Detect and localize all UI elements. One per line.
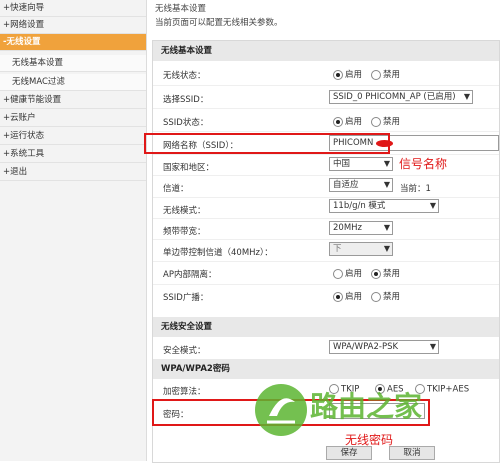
ap-isolation-label: AP内部隔离： bbox=[163, 270, 217, 280]
sidebar-item-quick-guide[interactable]: +快速向导 bbox=[0, 0, 146, 17]
chevron-down-icon: ▼ bbox=[383, 159, 390, 168]
wireless-status-off[interactable]: 禁用 bbox=[371, 68, 400, 80]
country-label: 国家和地区： bbox=[163, 163, 215, 173]
radio-selected-icon[interactable] bbox=[333, 116, 343, 127]
ssid-broadcast-off[interactable]: 禁用 bbox=[371, 290, 400, 302]
ap-isolation-on[interactable]: 启用 bbox=[333, 267, 362, 279]
ssid-broadcast-on[interactable]: 启用 bbox=[333, 290, 362, 302]
ssid-select-label: 选择SSID： bbox=[163, 95, 209, 105]
radio-selected-icon[interactable] bbox=[371, 268, 381, 279]
ssid-status-label: SSID状态： bbox=[163, 118, 209, 128]
sidebar-item-network-settings[interactable]: +网络设置 bbox=[0, 17, 146, 34]
ssid-annotation: 信号名称 bbox=[399, 157, 448, 171]
country-select[interactable]: 中国 ▼ bbox=[329, 157, 393, 171]
sidebar-item-wireless-mac-filter[interactable]: 无线MAC过滤 bbox=[0, 74, 146, 91]
divider bbox=[153, 197, 499, 198]
radio-icon[interactable] bbox=[371, 291, 381, 302]
sideband-label: 单边带控制信道（40MHz）： bbox=[163, 248, 273, 258]
wpa-password-header: WPA/WPA2密码 bbox=[153, 359, 499, 379]
sidebar-item-run-status[interactable]: +运行状态 bbox=[0, 128, 146, 145]
wireless-status-on[interactable]: 启用 bbox=[333, 68, 362, 80]
sidebar-item-system-tools[interactable]: +系统工具 bbox=[0, 146, 146, 163]
radio-selected-icon[interactable] bbox=[333, 69, 343, 80]
divider bbox=[153, 131, 499, 132]
radio-icon[interactable] bbox=[333, 268, 343, 279]
page-description: 当前页面可以配置无线相关参数。 bbox=[155, 18, 283, 28]
divider bbox=[153, 261, 499, 262]
wireless-status-label: 无线状态： bbox=[163, 71, 206, 81]
sideband-select[interactable]: 下 ▼ bbox=[329, 242, 393, 256]
breadcrumb: 无线基本设置 bbox=[155, 4, 207, 14]
watermark-text: 路由之家 bbox=[310, 390, 423, 423]
chevron-down-icon: ▼ bbox=[429, 342, 436, 351]
security-mode-label: 安全模式： bbox=[163, 346, 206, 356]
wireless-mode-label: 无线模式： bbox=[163, 206, 206, 216]
chevron-down-icon: ▼ bbox=[383, 223, 390, 232]
chevron-down-icon: ▼ bbox=[463, 92, 470, 101]
ap-isolation-off[interactable]: 禁用 bbox=[371, 267, 400, 279]
channel-select[interactable]: 自适应 ▼ bbox=[329, 178, 393, 192]
chevron-down-icon: ▼ bbox=[429, 201, 436, 210]
sidebar-item-wireless-settings[interactable]: -无线设置 bbox=[0, 34, 146, 51]
bandwidth-label: 频带带宽： bbox=[163, 227, 206, 237]
chevron-down-icon: ▼ bbox=[383, 244, 390, 253]
wireless-mode-select[interactable]: 11b/g/n 模式 ▼ bbox=[329, 199, 439, 213]
radio-icon[interactable] bbox=[371, 116, 381, 127]
ssid-status-off[interactable]: 禁用 bbox=[371, 115, 400, 127]
security-mode-select[interactable]: WPA/WPA2-PSK ▼ bbox=[329, 340, 439, 354]
divider bbox=[153, 218, 499, 219]
divider bbox=[153, 85, 499, 86]
ssid-status-on[interactable]: 启用 bbox=[333, 115, 362, 127]
ssid-select[interactable]: SSID_0 PHICOMN_AP (已启用) ▼ bbox=[329, 90, 473, 104]
divider bbox=[153, 239, 499, 240]
cancel-button[interactable]: 取消 bbox=[389, 446, 435, 460]
sidebar-item-health-energy[interactable]: +健康节能设置 bbox=[0, 92, 146, 109]
ssid-broadcast-label: SSID广播： bbox=[163, 293, 209, 303]
current-channel: 当前：1 bbox=[400, 184, 431, 194]
sidebar-item-cloud-account[interactable]: +云账户 bbox=[0, 110, 146, 127]
save-button[interactable]: 保存 bbox=[326, 446, 372, 460]
divider bbox=[153, 284, 499, 285]
divider bbox=[153, 108, 499, 109]
radio-selected-icon[interactable] bbox=[333, 291, 343, 302]
encryption-algo-label: 加密算法： bbox=[163, 387, 206, 397]
bandwidth-select[interactable]: 20MHz ▼ bbox=[329, 221, 393, 235]
basic-section-header: 无线基本设置 bbox=[153, 41, 499, 61]
radio-icon[interactable] bbox=[371, 69, 381, 80]
sidebar-item-logout[interactable]: +退出 bbox=[0, 164, 146, 181]
ssid-highlight-box bbox=[144, 133, 390, 154]
divider bbox=[153, 154, 499, 155]
sidebar: +快速向导 +网络设置 -无线设置 无线基本设置 无线MAC过滤 +健康节能设置… bbox=[0, 0, 147, 461]
divider bbox=[153, 175, 499, 176]
sidebar-item-wireless-basic[interactable]: 无线基本设置 bbox=[0, 55, 146, 72]
channel-label: 信道： bbox=[163, 184, 189, 194]
security-section-header: 无线安全设置 bbox=[153, 317, 499, 337]
chevron-down-icon: ▼ bbox=[383, 180, 390, 189]
